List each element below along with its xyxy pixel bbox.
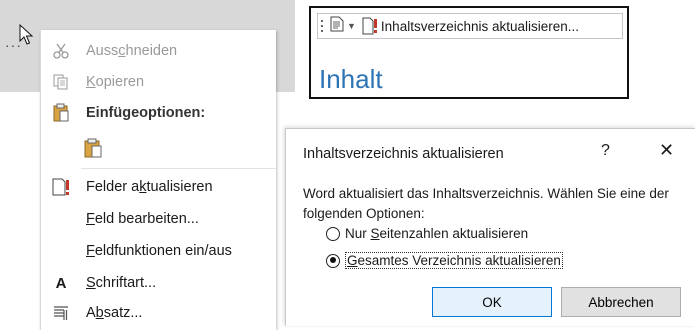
radio-label: Nur Seitenzahlen aktualisieren [345,226,529,241]
help-button[interactable]: ? [601,142,610,160]
radio-label: Gesamtes Verzeichnis aktualisieren [345,252,563,269]
dialog-title: Inhaltsverzeichnis aktualisieren [303,146,504,162]
menu-item-label: Ausschneiden [86,43,178,59]
clipboard-icon [51,103,71,123]
menu-item-cut[interactable]: Ausschneiden [41,36,276,66]
paste-options-label: Einfügeoptionen: [86,105,206,121]
paste-keep-source-option[interactable] [41,133,276,163]
cancel-button[interactable]: Abbrechen [561,287,681,317]
update-field-icon [362,17,377,35]
menu-item-label: Felder aktualisieren [86,179,213,195]
radio-circle-icon[interactable] [326,226,340,241]
ok-button[interactable]: OK [432,287,552,317]
menu-item-toggle-field-codes[interactable]: Feldfunktionen ein/aus [41,236,276,266]
update-field-icon [51,177,71,197]
chevron-down-icon[interactable]: ▼ [347,21,356,31]
close-button[interactable]: ✕ [659,140,674,161]
copy-icon [51,72,71,92]
paragraph-icon [51,303,71,323]
paste-option-icon [83,138,103,158]
menu-item-copy[interactable]: Kopieren [41,67,276,97]
menu-item-label: Kopieren [86,74,145,90]
toc-heading: Inhalt [319,64,383,94]
menu-item-label: Absatz... [86,305,143,321]
dialog-message: Word aktualisiert das Inhaltsverzeichnis… [303,186,669,221]
font-icon: A [55,274,67,292]
menu-item-label: Schriftart... [86,275,157,291]
scissors-icon [51,41,71,61]
update-toc-label: Inhaltsverzeichnis aktualisieren... [380,18,580,34]
mouse-cursor-icon [19,24,34,45]
menu-item-update-fields[interactable]: Felder aktualisieren [41,172,276,202]
context-menu: Ausschneiden Kopieren Einfügeoptionen: F… [40,30,276,330]
radio-entire-table[interactable]: Gesamtes Verzeichnis aktualisieren [326,252,563,269]
paste-options-header: Einfügeoptionen: [41,98,276,128]
radio-circle-icon[interactable] [326,253,340,268]
toc-control-box: ▼ Inhaltsverzeichnis aktualisieren... In… [309,6,629,99]
toc-document-icon[interactable] [330,16,344,37]
menu-item-label: Feld bearbeiten... [86,211,199,227]
menu-separator [81,168,276,169]
radio-page-numbers-only[interactable]: Nur Seitenzahlen aktualisieren [326,226,528,241]
menu-item-edit-field[interactable]: Feld bearbeiten... [41,204,276,234]
update-toc-dialog: Inhaltsverzeichnis aktualisieren ? ✕ Wor… [285,128,695,326]
toc-toolbar: ▼ Inhaltsverzeichnis aktualisieren... [317,13,623,39]
menu-item-paragraph[interactable]: Absatz... [41,298,276,328]
menu-item-font[interactable]: A Schriftart... [41,268,276,298]
drag-handle-icon[interactable] [321,20,325,32]
update-toc-button[interactable]: Inhaltsverzeichnis aktualisieren... [362,17,579,35]
menu-item-label: Feldfunktionen ein/aus [86,243,232,259]
